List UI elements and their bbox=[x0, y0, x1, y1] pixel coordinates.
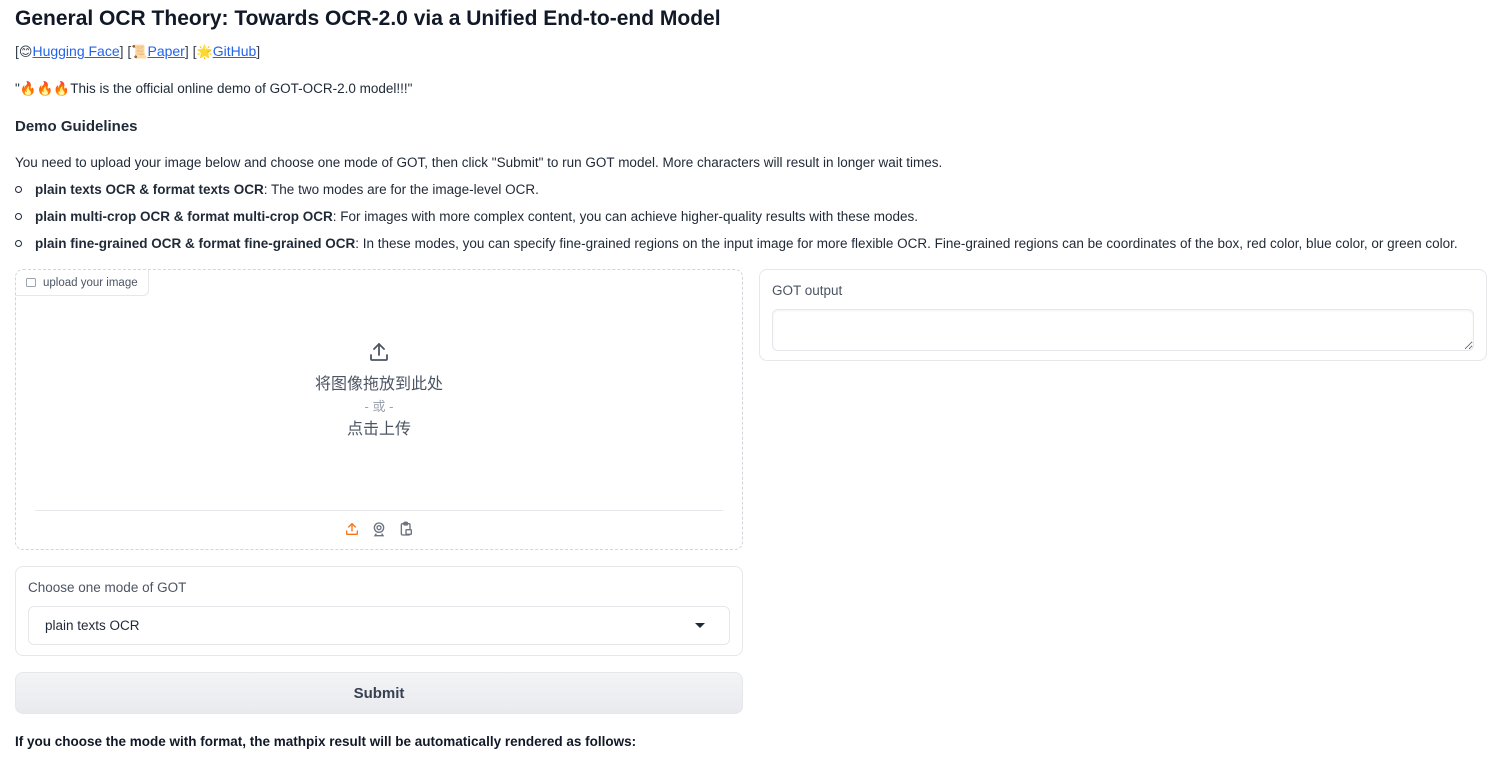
smile-emoji-icon: 😊 bbox=[18, 44, 33, 59]
page: General OCR Theory: Towards OCR-2.0 via … bbox=[0, 0, 1506, 257]
divider bbox=[35, 510, 723, 511]
mode-selected-value: plain texts OCR bbox=[45, 618, 140, 633]
webcam-icon bbox=[373, 521, 385, 536]
list-item-text: : The two modes are for the image-level … bbox=[263, 182, 539, 197]
page-title: General OCR Theory: Towards OCR-2.0 via … bbox=[15, 7, 721, 30]
list-item-bold: plain texts OCR & format texts OCR bbox=[35, 182, 264, 197]
chevron-down-icon bbox=[695, 623, 705, 628]
list-item-text: : For images with more complex content, … bbox=[332, 209, 919, 224]
upload-icon bbox=[370, 343, 388, 361]
github-link[interactable]: GitHub bbox=[213, 43, 257, 59]
guidelines-heading: Demo Guidelines bbox=[15, 118, 138, 135]
submit-button[interactable]: Submit bbox=[15, 672, 743, 714]
list-item: plain texts OCR & format texts OCR: The … bbox=[15, 176, 1491, 203]
upload-source-toolbar bbox=[16, 520, 742, 537]
right-column: GOT output bbox=[759, 269, 1487, 361]
image-upload-dropzone[interactable]: upload your image 将图像拖放到此处 - 或 - 点击上传 bbox=[15, 269, 743, 550]
intro-text: "🔥🔥🔥This is the official online demo of … bbox=[15, 81, 413, 96]
or-text: - 或 - bbox=[364, 399, 394, 414]
list-item: plain fine-grained OCR & format fine-gra… bbox=[15, 230, 1491, 257]
paper-link[interactable]: Paper bbox=[147, 43, 184, 59]
scroll-emoji-icon: 📜 bbox=[131, 44, 148, 59]
list-item: plain multi-crop OCR & format multi-crop… bbox=[15, 203, 1491, 230]
list-item-text: : In these modes, you can specify fine-g… bbox=[355, 236, 1458, 251]
upload-label: upload your image bbox=[16, 270, 149, 296]
drop-zone[interactable]: 将图像拖放到此处 - 或 - 点击上传 bbox=[16, 340, 742, 442]
click-upload-text: 点击上传 bbox=[346, 421, 411, 438]
mode-selector-panel: Choose one mode of GOT plain texts OCR bbox=[15, 566, 743, 656]
links-bar: [😊Hugging Face] [📜Paper] [🌟GitHub] bbox=[15, 43, 261, 59]
webcam-source-button[interactable] bbox=[371, 520, 388, 537]
format-note: If you choose the mode with format, the … bbox=[15, 734, 637, 749]
output-label: GOT output bbox=[772, 283, 843, 298]
left-column: upload your image 将图像拖放到此处 - 或 - 点击上传 Ch… bbox=[15, 269, 743, 714]
upload-icon bbox=[346, 522, 358, 535]
output-textarea[interactable] bbox=[772, 309, 1474, 351]
guidelines-description: You need to upload your image below and … bbox=[15, 155, 943, 170]
mode-list: plain texts OCR & format texts OCR: The … bbox=[15, 176, 1491, 257]
clipboard-icon bbox=[400, 521, 412, 536]
mode-label: Choose one mode of GOT bbox=[28, 580, 187, 595]
output-panel: GOT output bbox=[759, 269, 1487, 361]
clipboard-source-button[interactable] bbox=[398, 520, 415, 537]
star-emoji-icon: 🌟 bbox=[196, 44, 213, 59]
list-item-bold: plain fine-grained OCR & format fine-gra… bbox=[35, 236, 356, 251]
upload-label-text: upload your image bbox=[43, 276, 138, 289]
mode-dropdown[interactable]: plain texts OCR bbox=[28, 606, 730, 645]
hugging-face-link[interactable]: Hugging Face bbox=[32, 43, 119, 59]
upload-source-button[interactable] bbox=[344, 520, 361, 537]
image-icon bbox=[26, 278, 36, 287]
drop-text: 将图像拖放到此处 bbox=[314, 376, 443, 393]
list-item-bold: plain multi-crop OCR & format multi-crop… bbox=[35, 209, 333, 224]
